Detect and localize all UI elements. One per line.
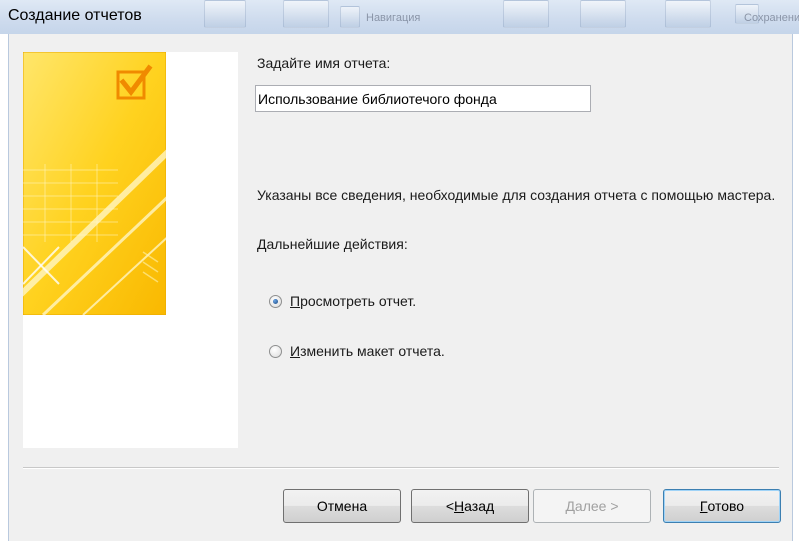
cancel-button[interactable]: Отмена <box>283 489 401 523</box>
modify-layout-label: Изменить макет отчета. <box>290 343 445 359</box>
window-title: Создание отчетов <box>8 7 142 24</box>
background-ribbon-button <box>283 0 329 28</box>
background-ribbon-label: Навигация <box>366 12 421 24</box>
report-wizard-dialog: Задайте имя отчета: Указаны все сведения… <box>8 34 793 541</box>
report-name-label: Задайте имя отчета: <box>257 55 391 71</box>
wizard-illustration <box>23 52 166 315</box>
background-ribbon-button <box>503 0 549 28</box>
separator <box>23 467 779 469</box>
next-actions-label: Дальнейшие действия: <box>257 236 408 252</box>
back-button[interactable]: < Назад <box>411 489 529 523</box>
radio-button[interactable] <box>269 344 282 358</box>
wizard-image-pane <box>23 52 238 448</box>
background-ribbon-button <box>580 0 626 28</box>
radio-button-checked[interactable] <box>269 294 282 308</box>
report-name-input[interactable] <box>255 85 591 112</box>
preview-report-label: Просмотреть отчет. <box>290 293 417 309</box>
info-text: Указаны все сведения, необходимые для со… <box>257 187 776 203</box>
background-ribbon-button <box>340 6 360 28</box>
background-ribbon-button <box>665 0 711 28</box>
next-button[interactable]: Далее > <box>533 489 651 523</box>
modify-layout-option[interactable]: Изменить макет отчета. <box>269 343 445 359</box>
title-bar: Навигация Сохранение Создание отчетов <box>0 0 799 34</box>
background-ribbon-label: Сохранение <box>744 12 799 24</box>
finish-button[interactable]: Готово <box>663 489 781 523</box>
preview-report-option[interactable]: Просмотреть отчет. <box>269 293 416 309</box>
background-ribbon-button <box>204 0 246 28</box>
